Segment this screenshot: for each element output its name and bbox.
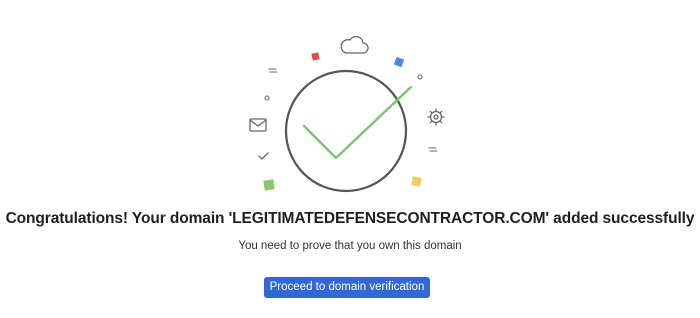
dot-small-right — [417, 74, 423, 80]
verification-instruction: You need to prove that you own this doma… — [238, 240, 462, 252]
dash-marks-right — [428, 147, 438, 152]
small-check-icon — [258, 152, 269, 160]
gear-icon — [427, 108, 445, 126]
success-illustration — [249, 35, 445, 193]
success-headline: Congratulations! Your domain 'LEGITIMATE… — [5, 210, 695, 227]
confetti-green — [263, 179, 275, 191]
confetti-yellow — [411, 176, 422, 187]
dash-marks-left — [268, 68, 278, 73]
confetti-red — [311, 52, 320, 61]
mail-icon — [249, 118, 267, 132]
success-circle — [284, 69, 408, 193]
proceed-verification-button[interactable]: Proceed to domain verification — [264, 277, 430, 298]
cloud-icon — [340, 35, 369, 54]
dot-small-left — [264, 95, 270, 101]
confetti-blue — [393, 56, 405, 68]
